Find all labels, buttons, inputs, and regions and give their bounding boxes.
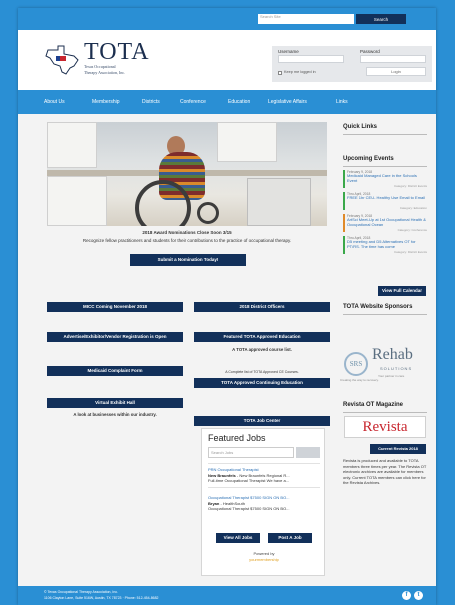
virtual-exhibit-button[interactable]: Virtual Exhibit Hall [47, 398, 183, 408]
view-full-calendar-button[interactable]: View Full Calendar [378, 286, 426, 296]
job-employer: New Braunfels [208, 472, 236, 478]
job-location: - New Braunfels Regional R... [236, 472, 290, 478]
sidebar-divider [343, 134, 427, 135]
event-item[interactable]: Thru April, 2018 FREE 1hr CEU- Healthy U… [343, 192, 427, 210]
event-name[interactable]: FREE 1hr CEU- Healthy Use Email to Email [347, 195, 427, 201]
submit-nomination-button[interactable]: Submit a Nomination Today! [130, 254, 246, 266]
nav-item-conference[interactable]: Conference [180, 90, 206, 114]
sponsors-title: TOTA Website Sponsors [343, 304, 413, 310]
footer: © Texas Occupational Therapy Association… [18, 586, 436, 605]
nav-item-districts[interactable]: Districts [142, 90, 160, 114]
approved-ce-note: A Complete list of TOTA Approved CE Cour… [225, 370, 299, 374]
remember-me-label: Keep me logged in [284, 70, 316, 74]
logo-subtitle: Texas Occupational Therapy Association, … [84, 64, 125, 75]
revista-title: Revista OT Magazine [343, 402, 404, 408]
medicaid-complaint-button[interactable]: Medicaid Complaint Form [47, 366, 183, 376]
continuing-education-button[interactable]: TOTA Approved Continuing Education [194, 378, 330, 388]
sidebar-divider [343, 412, 427, 413]
rehab-sponsor-logo[interactable]: Rehab [372, 346, 413, 364]
site-search-button[interactable]: Search [356, 14, 406, 24]
sidebar-divider [343, 314, 427, 315]
event-name[interactable]: ArtSci Meet-Up at 1st Occupational Healt… [347, 217, 427, 227]
username-field[interactable] [278, 55, 344, 63]
srs-sponsor-logo[interactable]: SRS [344, 352, 368, 376]
sidebar-divider [343, 166, 427, 167]
nav-item-membership[interactable]: Membership [92, 90, 120, 114]
srs-tagline: Creating the way to recovery. [340, 378, 379, 382]
current-revista-button[interactable]: Current Revista 2018 [370, 444, 426, 454]
nav-item-education[interactable]: Education [228, 90, 250, 114]
logo-subtitle-line-2: Therapy Association, Inc. [84, 69, 126, 75]
event-item[interactable]: February 9, 2018 ArtSci Meet-Up at 1st O… [343, 214, 427, 232]
hero-caption-text: Recognize fellow practitioners and stude… [82, 238, 292, 243]
job-divider [208, 463, 320, 464]
job-description: Full-time Occupational Therapist We have… [208, 478, 289, 484]
kitchen-cabinet [47, 176, 107, 226]
revista-description: Revista is produced and available to TOT… [343, 458, 427, 486]
site-search-input[interactable]: Search Site [258, 14, 354, 24]
password-field[interactable] [360, 55, 426, 63]
event-category: Category: District Events [393, 250, 427, 254]
login-panel: Username Password Keep me logged in Logi… [272, 46, 432, 82]
footer-copyright: © Texas Occupational Therapy Association… [44, 590, 119, 594]
logo-title[interactable]: TOTA [84, 39, 150, 66]
powered-by-label: Powered by [253, 551, 275, 556]
top-bar: Search Site Search [18, 8, 436, 30]
featured-education-button[interactable]: Featured TOTA Approved Education [194, 332, 330, 342]
featured-jobs-widget: Featured Jobs Search Jobs PRN Occupation… [201, 428, 325, 576]
password-label: Password [360, 49, 380, 54]
revista-logo[interactable]: Revista [344, 416, 426, 438]
facebook-icon[interactable]: f [402, 591, 411, 600]
approved-course-note: A TOTA approved course list. [232, 347, 292, 352]
job-employer: Bryan [208, 500, 220, 506]
twitter-icon[interactable]: t [414, 591, 423, 600]
main-content: 2018 Award Nominations Close Soon 3/15 R… [18, 114, 436, 586]
event-name[interactable]: Medicaid Managed Care in the Schools Eve… [347, 173, 427, 183]
yourmembership-logo[interactable]: yourmembership [202, 557, 326, 562]
job-divider [208, 487, 320, 488]
event-category: Category: Education [399, 206, 427, 210]
login-button[interactable]: Login [366, 67, 426, 76]
jobs-search-input[interactable]: Search Jobs [208, 447, 294, 458]
event-name[interactable]: D5 meeting and D5 Alternatives OT for PT… [347, 239, 427, 249]
advertise-registration-button[interactable]: Advertise/Exhibitor/Vendor Registration … [47, 332, 183, 342]
district-officers-button[interactable]: 2018 District Officers [194, 302, 330, 312]
rehab-tagline: Your partner in care [378, 374, 405, 378]
job-center-button[interactable]: TOTA Job Center [194, 416, 330, 426]
nav-item-links[interactable]: Links [336, 90, 348, 114]
wheelchair-small-wheel [197, 202, 219, 224]
event-item[interactable]: February 9, 2018 Medicaid Managed Care i… [343, 170, 427, 188]
nav-item-legislative[interactable]: Legislative Affairs [268, 90, 307, 114]
post-job-button[interactable]: Post A Job [268, 533, 312, 543]
texas-map-icon [45, 45, 79, 75]
header: TOTA Texas Occupational Therapy Associat… [18, 30, 436, 90]
remember-me-checkbox[interactable] [278, 71, 282, 75]
job-location: - HealthSouth [220, 500, 245, 506]
quick-links-title[interactable]: Quick Links [343, 124, 377, 130]
jobs-search-button[interactable] [296, 447, 320, 458]
page: Search Site Search TOTA Texas Occupation… [18, 8, 436, 605]
upcoming-events-title: Upcoming Events [343, 156, 394, 162]
job-listing[interactable]: Occupational Therapist $7500 SIGN ON BO.… [208, 495, 322, 512]
job-listing[interactable]: PRN Occupational Therapist New Braunfels… [208, 467, 322, 484]
username-label: Username [278, 49, 299, 54]
event-category: Category: Conference [397, 228, 427, 232]
main-nav: About Us Membership Districts Conference… [18, 90, 436, 114]
nav-item-about[interactable]: About Us [44, 90, 65, 114]
kitchen-appliance [247, 178, 311, 226]
event-category: Category: District Events [393, 184, 427, 188]
footer-address: 1106 Clayton Lane, Suite 516W, Austin, T… [44, 596, 159, 600]
hero-image [47, 122, 327, 226]
micc-button[interactable]: MICC Coming November 2018 [47, 302, 183, 312]
exhibit-hall-note: A look at businesses within our industry… [73, 412, 157, 417]
rehab-solutions-label: SOLUTIONS [380, 366, 413, 371]
hero-caption-title: 2018 Award Nominations Close Soon 3/15 [142, 230, 232, 235]
event-item[interactable]: Thru April, 2018 D5 meeting and D5 Alter… [343, 236, 427, 254]
kitchen-cabinet [47, 122, 97, 168]
job-description: Occupational Therapist $7500 SIGN ON BO.… [208, 506, 290, 512]
view-all-jobs-button[interactable]: View All Jobs [216, 533, 260, 543]
kitchen-cabinet [217, 122, 277, 162]
featured-jobs-title: Featured Jobs [208, 433, 266, 443]
